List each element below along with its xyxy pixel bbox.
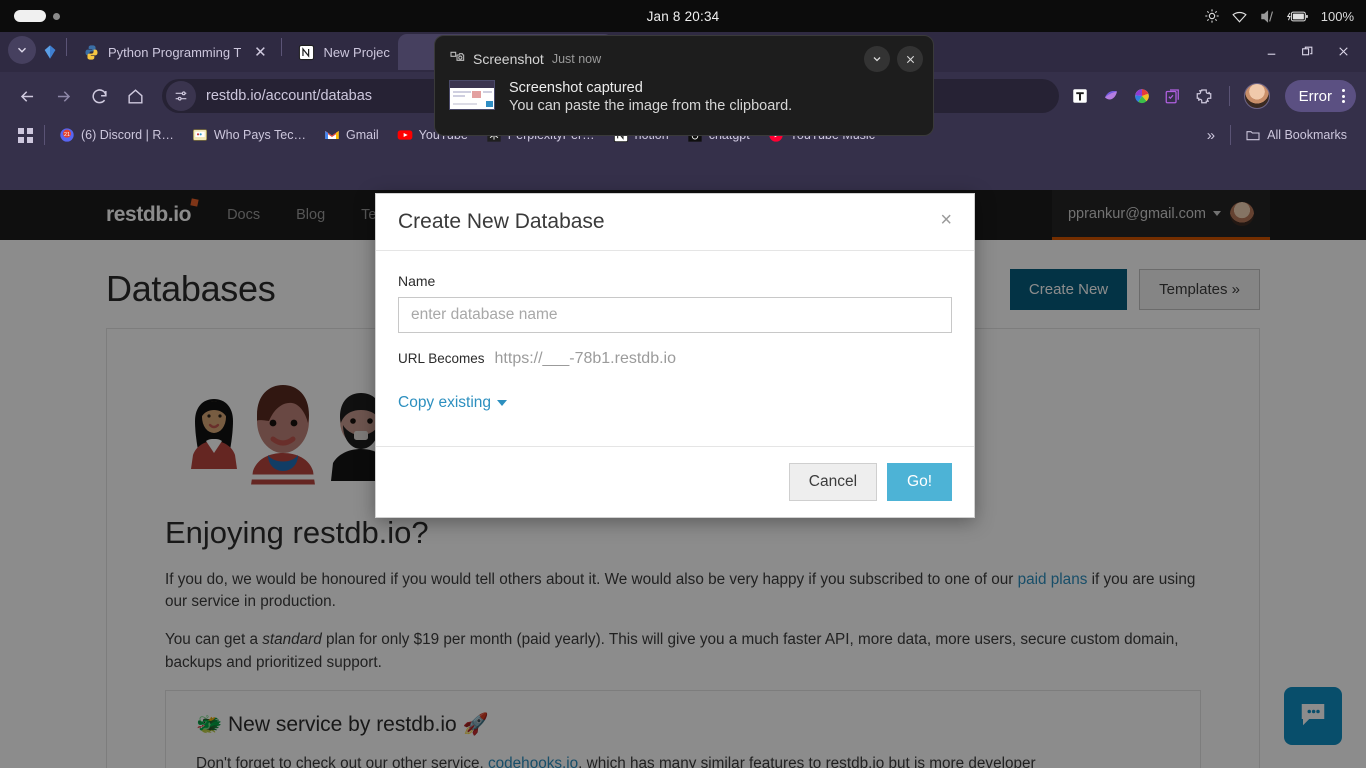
tab-title: Python Programming T — [108, 44, 242, 60]
puzzle-extension-icon[interactable] — [1193, 85, 1215, 107]
url-becomes-label: URL Becomes — [398, 351, 485, 366]
chevron-down-icon — [497, 400, 508, 406]
back-arrow-icon[interactable] — [10, 79, 44, 113]
home-icon[interactable] — [118, 79, 152, 113]
tab-new-project[interactable]: New Projec — [286, 34, 397, 70]
modal-footer: Cancel Go! — [376, 446, 974, 517]
tab-divider — [281, 38, 283, 56]
text-tool-icon[interactable] — [1069, 85, 1091, 107]
modal-header: Create New Database × — [376, 194, 974, 251]
bookmark-gmail[interactable]: Gmail — [315, 127, 388, 143]
copy-existing-label: Copy existing — [398, 394, 492, 411]
bookmark-discord[interactable]: 21 (6) Discord | R… — [50, 127, 183, 143]
battery-charging-icon — [1286, 9, 1309, 24]
modal-body: Name URL Becomes https://___-78b1.restdb… — [376, 251, 974, 446]
window-restore-button[interactable] — [1292, 38, 1322, 64]
modal-close-button[interactable]: × — [940, 210, 952, 230]
color-wheel-icon[interactable] — [1131, 85, 1153, 107]
toolbar-divider — [1228, 86, 1230, 106]
notification-app-name: Screenshot — [473, 51, 544, 67]
battery-percentage: 100% — [1320, 8, 1354, 24]
python-icon — [83, 44, 100, 61]
notification-actions — [864, 46, 923, 72]
bookmark-whopays[interactable]: Who Pays Tec… — [183, 127, 315, 143]
bookmarks-divider — [44, 125, 45, 145]
tab-title: New Projec — [323, 44, 390, 60]
notification-timestamp: Just now — [551, 52, 602, 66]
bookmark-label: Who Pays Tec… — [213, 128, 307, 142]
notification-header: Screenshot Just now — [435, 36, 933, 76]
forward-arrow-icon[interactable] — [46, 79, 80, 113]
tab-divider — [66, 38, 67, 56]
tab-python-programming[interactable]: Python Programming T ✕ — [71, 34, 277, 70]
os-top-bar: Jan 8 20:34 100% — [0, 0, 1366, 32]
modal-title: Create New Database — [398, 210, 605, 233]
volume-muted-icon — [1259, 8, 1276, 25]
bookmark-label: (6) Discord | R… — [81, 128, 174, 142]
bookmark-label: Gmail — [346, 128, 379, 142]
profile-avatar[interactable] — [1243, 83, 1270, 109]
os-clock[interactable]: Jan 8 20:34 — [0, 9, 1366, 24]
apps-grid-icon[interactable] — [18, 127, 33, 143]
screenshot-thumbnail — [449, 80, 495, 110]
copy-existing-dropdown[interactable]: Copy existing — [398, 394, 508, 412]
notification-title: Screenshot captured — [509, 80, 643, 96]
diamond-icon[interactable] — [42, 44, 58, 60]
go-button[interactable]: Go! — [887, 463, 952, 501]
screen: Jan 8 20:34 100% Python Programming T ✕ … — [0, 0, 1366, 768]
window-close-button[interactable] — [1328, 38, 1358, 64]
error-label: Error — [1298, 87, 1332, 105]
notification-text: Screenshot captured You can paste the im… — [509, 80, 792, 114]
error-button[interactable]: Error — [1284, 80, 1356, 112]
extensions-row: Error — [1069, 80, 1356, 112]
all-bookmarks-button[interactable]: All Bookmarks — [1236, 127, 1356, 143]
name-field-label: Name — [398, 273, 436, 289]
notification-expand-button[interactable] — [864, 46, 890, 72]
bookmarks-divider — [1230, 125, 1232, 145]
url-preview-value: https://___-78b1.restdb.io — [494, 350, 676, 367]
notification-message: You can paste the image from the clipboa… — [509, 98, 793, 114]
cancel-button[interactable]: Cancel — [788, 463, 878, 501]
create-database-modal: Create New Database × Name URL Becomes h… — [375, 193, 975, 518]
url-preview-row: URL Becomes https://___-78b1.restdb.io — [398, 350, 952, 368]
youtube-icon — [397, 127, 413, 143]
perplexity-icon[interactable] — [1100, 85, 1122, 107]
gmail-icon — [324, 127, 340, 143]
bookmarks-overflow-button[interactable]: » — [1197, 127, 1225, 144]
all-bookmarks-label: All Bookmarks — [1267, 128, 1347, 142]
folder-icon — [1245, 127, 1261, 143]
tab-search-button[interactable] — [8, 36, 36, 64]
discord-icon: 21 — [59, 127, 75, 143]
brightness-icon — [1204, 8, 1220, 24]
site-settings-icon[interactable] — [166, 81, 196, 111]
notion-icon — [298, 44, 315, 61]
wifi-icon — [1231, 8, 1248, 25]
screenshot-icon — [449, 49, 465, 70]
window-minimize-button[interactable] — [1256, 38, 1286, 64]
whopays-icon — [192, 127, 208, 143]
svg-text:21: 21 — [64, 132, 70, 138]
notification-body: Screenshot captured You can paste the im… — [435, 76, 933, 124]
os-status-tray[interactable]: 100% — [1204, 0, 1354, 32]
database-name-input[interactable] — [398, 297, 952, 333]
notification-close-button[interactable] — [897, 46, 923, 72]
window-controls — [1256, 38, 1358, 64]
tab-close-icon[interactable]: ✕ — [251, 43, 269, 61]
reload-icon[interactable] — [82, 79, 116, 113]
todo-icon[interactable] — [1162, 85, 1184, 107]
screenshot-notification: Screenshot Just now Screenshot captured … — [434, 35, 934, 136]
kebab-menu-icon[interactable] — [1337, 89, 1350, 103]
